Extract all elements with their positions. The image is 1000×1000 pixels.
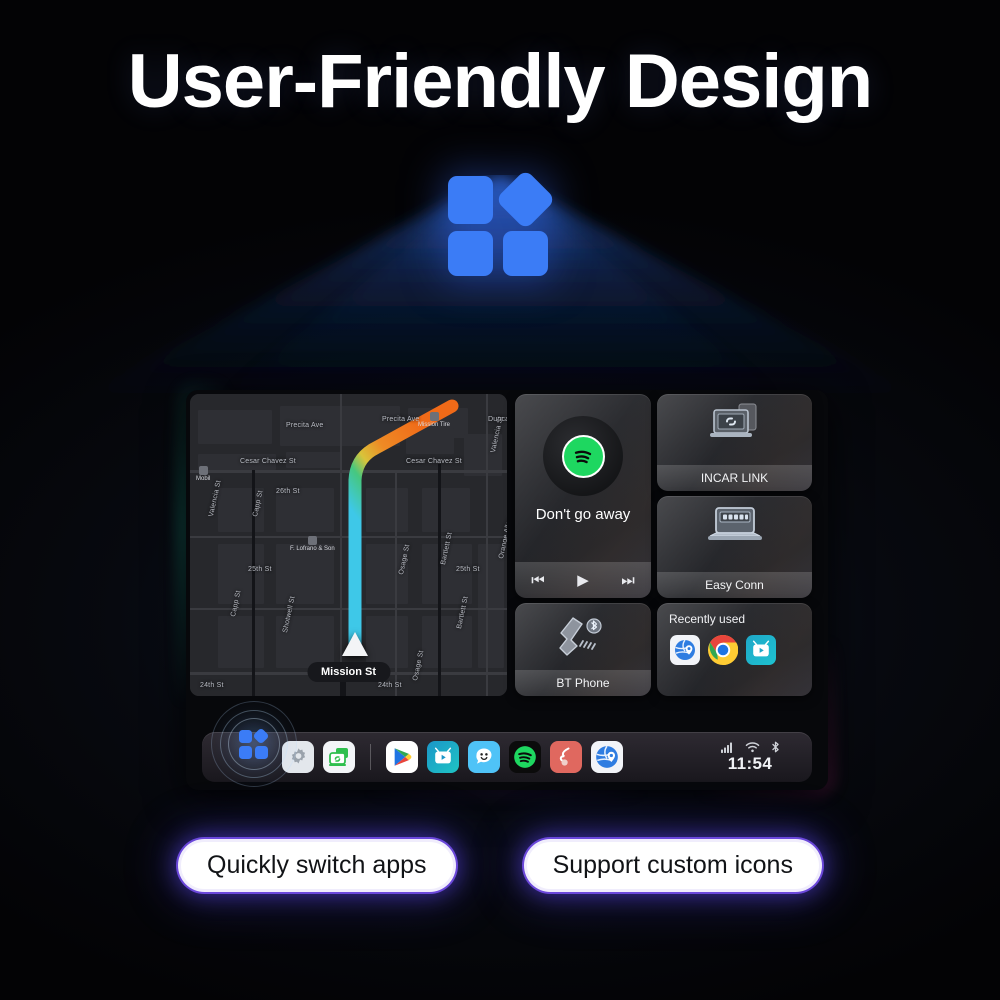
drawer-square-top-left: [239, 729, 252, 743]
previous-track-button[interactable]: ⏮: [531, 573, 545, 588]
caption-pill-support-custom-icons: Support custom icons: [526, 842, 819, 889]
logo-square-bottom-right: [503, 231, 548, 276]
track-title: Don't go away: [535, 506, 631, 523]
map-street-label: Cesar Chavez St: [240, 458, 296, 465]
album-art: [543, 416, 623, 496]
spotify-icon[interactable]: [509, 741, 541, 773]
map-poi[interactable]: Mobil: [196, 466, 210, 482]
dock-app-list: [282, 741, 623, 773]
status-area: 11:54: [700, 740, 800, 774]
shop-icon: [429, 412, 439, 421]
drawer-diamond-top-right: [252, 727, 270, 744]
map-street-label: Precita Ave: [382, 416, 420, 423]
map-street-label: 24th St: [378, 682, 402, 689]
map-street-label: Duncan: [488, 416, 507, 423]
status-icons: [720, 740, 780, 753]
app-drawer-logo: [448, 169, 556, 276]
drawer-square-bottom-right: [255, 745, 268, 759]
app-drawer-icon: [239, 727, 270, 759]
screen-surface: Precita Ave Precita Ave Cesar Chavez St …: [186, 390, 828, 790]
signal-icon: [720, 742, 732, 753]
map-street-label: 24th St: [200, 682, 224, 689]
maps-icon[interactable]: [591, 741, 623, 773]
music-icon[interactable]: [550, 741, 582, 773]
map-poi[interactable]: F. Lofrano & Son: [290, 536, 335, 552]
play-button[interactable]: ▶: [577, 573, 589, 588]
dock-bar: 11:54: [202, 701, 812, 787]
spotify-icon: [561, 434, 605, 478]
video-icon[interactable]: [746, 635, 776, 665]
building-icon: [307, 536, 317, 545]
dock-divider: [370, 744, 371, 770]
car-head-unit-screen: Precita Ave Precita Ave Cesar Chavez St …: [176, 380, 836, 798]
wifi-icon: [745, 742, 759, 753]
logo-square-top-left: [448, 176, 493, 224]
laptop-link-icon: [657, 402, 812, 448]
bluetooth-icon: [771, 741, 779, 753]
app-drawer-button[interactable]: [210, 700, 298, 788]
widget-label: INCAR LINK: [657, 465, 812, 491]
caption-pill-quickly-switch-apps: Quickly switch apps: [181, 842, 453, 889]
logo-diamond-top-right: [495, 169, 556, 230]
phone-bluetooth-icon: [515, 615, 651, 659]
waze-icon[interactable]: [468, 741, 500, 773]
gas-station-icon: [198, 466, 208, 475]
vehicle-position-arrow: [342, 632, 368, 656]
widget-label: BT Phone: [515, 670, 651, 696]
next-track-button[interactable]: ⏭: [621, 573, 635, 588]
map-street-label: Precita Ave: [286, 422, 324, 429]
media-controls[interactable]: ⏮ ▶ ⏭: [515, 562, 651, 598]
incar-link-widget[interactable]: INCAR LINK: [657, 394, 812, 491]
widget-label: Easy Conn: [657, 572, 812, 598]
easy-conn-widget[interactable]: Easy Conn: [657, 496, 812, 598]
bt-phone-widget[interactable]: BT Phone: [515, 603, 651, 696]
map-street-label: Cesar Chavez St: [406, 458, 462, 465]
recently-used-widget[interactable]: Recently used: [657, 603, 812, 696]
page-title: User-Friendly Design: [127, 39, 873, 124]
current-street-label: Mission St: [306, 662, 391, 682]
media-widget[interactable]: Don't go away ⏮ ▶ ⏭: [515, 394, 651, 598]
play-store-icon[interactable]: [386, 741, 418, 773]
map-street-label: 25th St: [456, 566, 480, 573]
video-icon[interactable]: [427, 741, 459, 773]
recently-used-app-list: [670, 635, 776, 665]
screen-link-icon[interactable]: [323, 741, 355, 773]
logo-square-bottom-left: [448, 231, 493, 276]
clock: 11:54: [727, 754, 773, 773]
drawer-square-bottom-left: [239, 745, 252, 759]
map-street-label: 26th St: [276, 488, 300, 495]
caption-row: Quickly switch apps Support custom icons: [0, 842, 1000, 889]
navigation-map[interactable]: Precita Ave Precita Ave Cesar Chavez St …: [190, 394, 507, 696]
laptop-icon: [657, 504, 812, 552]
map-street-label: 25th St: [248, 566, 272, 573]
chrome-icon[interactable]: [708, 635, 738, 665]
map-poi[interactable]: Mission Tire: [418, 412, 450, 428]
maps-icon[interactable]: [670, 635, 700, 665]
recently-used-label: Recently used: [669, 612, 746, 626]
